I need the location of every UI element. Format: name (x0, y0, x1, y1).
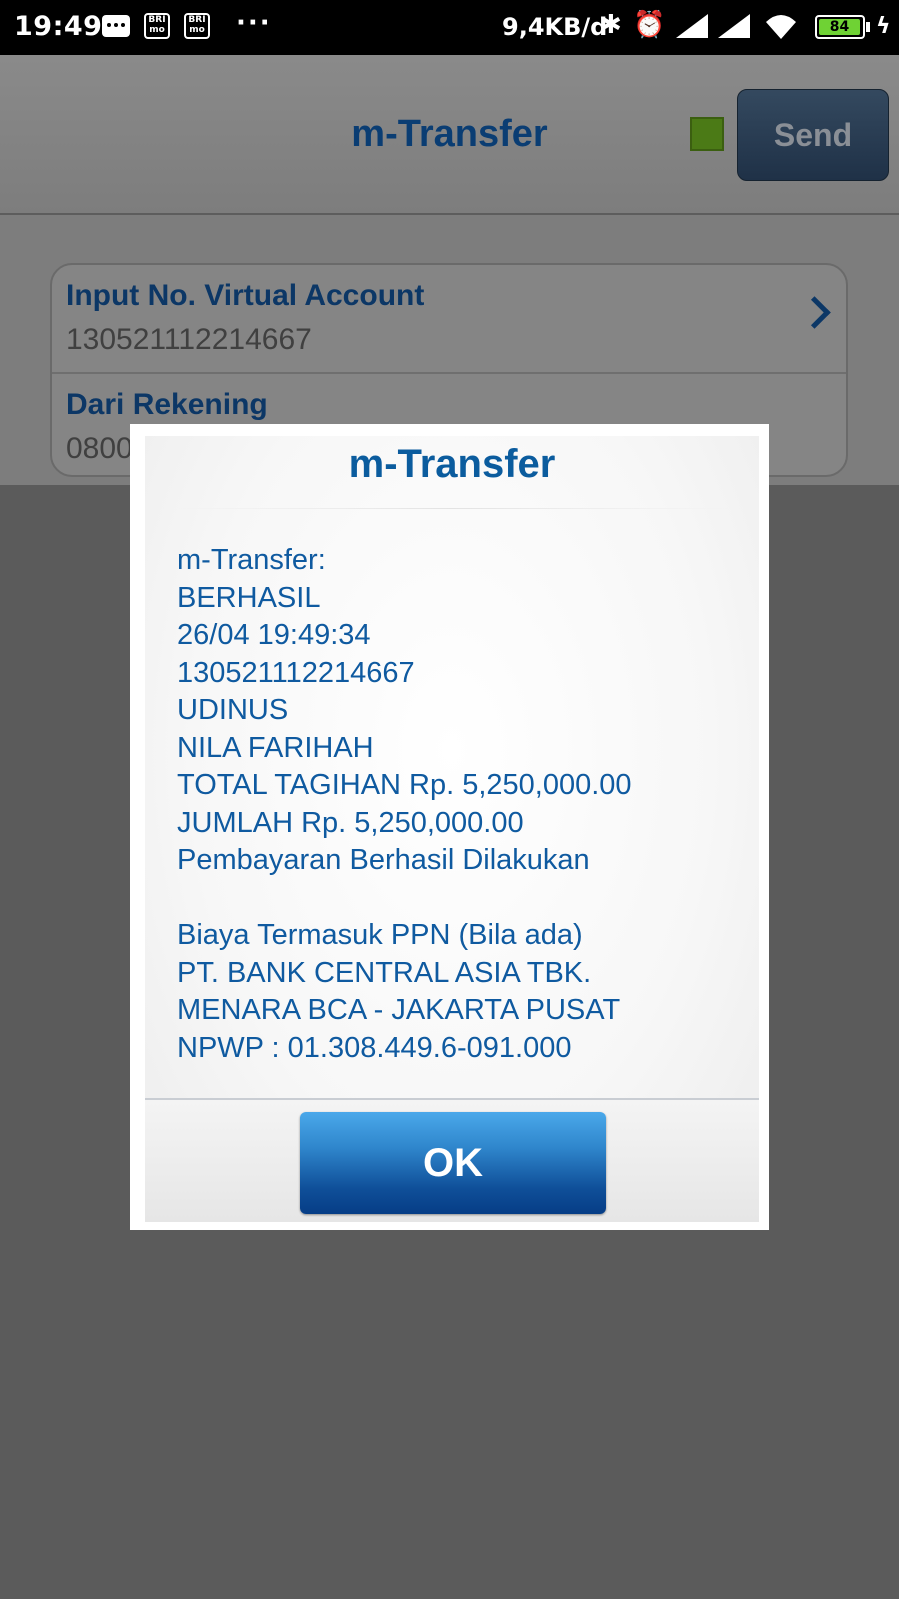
bri-mo-icon: BRI mo (144, 13, 170, 39)
connection-status-indicator (690, 117, 724, 151)
dialog-panel: m-Transfer m-Transfer: BERHASIL 26/04 19… (145, 436, 759, 1222)
virtual-account-value: 130521112214667 (66, 323, 312, 356)
battery-cap (866, 22, 870, 32)
bluetooth-icon: ✱ (600, 10, 622, 40)
dialog-footer: OK (145, 1098, 759, 1222)
virtual-account-label: Input No. Virtual Account (66, 279, 425, 312)
battery-icon: 84 (815, 15, 865, 39)
send-button[interactable]: Send (737, 89, 889, 181)
signal-icon (718, 14, 750, 38)
dialog-title: m-Transfer (348, 442, 556, 486)
more-notifications-icon: ··· (236, 8, 272, 38)
virtual-account-row[interactable]: Input No. Virtual Account 13052111221466… (52, 265, 846, 372)
wifi-icon (764, 12, 798, 40)
network-speed: 9,4KB/d (502, 13, 608, 41)
dialog-message: m-Transfer: BERHASIL 26/04 19:49:34 1305… (177, 544, 632, 1064)
app-header: m-Transfer Send (0, 55, 899, 215)
bri-mo-icon: BRI mo (184, 13, 210, 39)
status-bar: 19:49 BRI mo BRI mo ··· 9,4KB/d ✱ ⏰ 84 ϟ (0, 0, 899, 55)
ok-button[interactable]: OK (300, 1112, 606, 1214)
charging-icon: ϟ (876, 14, 891, 39)
alarm-icon: ⏰ (633, 10, 666, 40)
status-time: 19:49 (14, 11, 103, 42)
source-account-label: Dari Rekening (66, 388, 268, 421)
battery-level: 84 (819, 19, 860, 35)
signal-icon (676, 14, 708, 38)
message-icon (102, 15, 130, 37)
chevron-right-icon (798, 296, 831, 329)
result-dialog: m-Transfer m-Transfer: BERHASIL 26/04 19… (130, 424, 769, 1230)
dialog-divider (175, 508, 729, 509)
source-account-value: 0800 (66, 432, 133, 465)
